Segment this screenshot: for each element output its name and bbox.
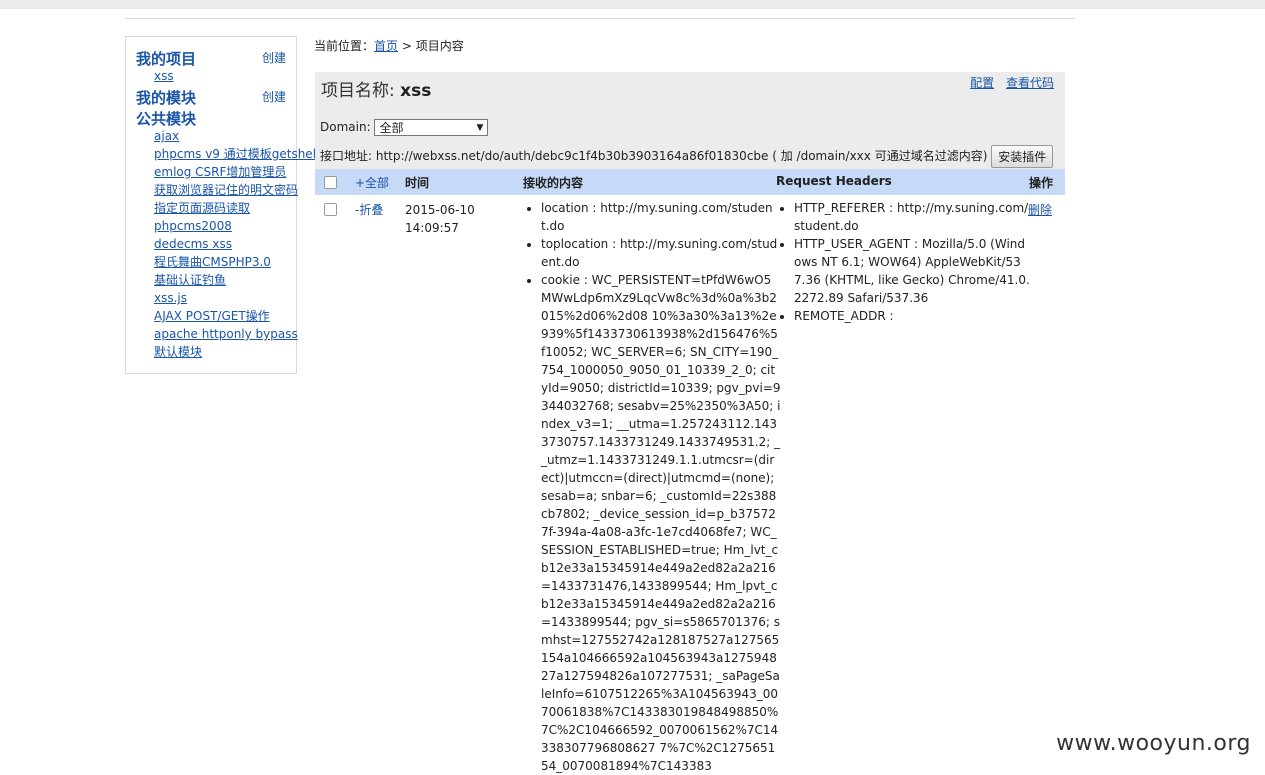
content-item: toplocation : http://my.suning.com/stude… [541,235,781,271]
create-module-link[interactable]: 创建 [262,88,286,105]
list-item: 指定页面源码读取 [154,199,319,217]
delete-link[interactable]: 删除 [1028,201,1052,218]
module-link[interactable]: apache httponly bypass [154,327,298,341]
select-all-checkbox[interactable] [324,176,337,189]
header-item: REMOTE_ADDR : [794,307,1030,325]
module-link[interactable]: dedecms xss [154,237,232,251]
header-item: HTTP_USER_AGENT : Mozilla/5.0 (Windows N… [794,235,1030,307]
module-link[interactable]: 获取浏览器记住的明文密码 [154,183,298,197]
domain-label: Domain: [320,120,371,134]
module-link[interactable]: phpcms v9 通过模板getshell [154,147,319,161]
breadcrumb-current: 项目内容 [415,39,464,53]
row-clock: 14:09:57 [405,221,459,235]
public-module-list: ajax phpcms v9 通过模板getshell emlog CSRF增加… [154,127,319,361]
module-link[interactable]: AJAX POST/GET操作 [154,309,270,323]
view-code-link[interactable]: 查看代码 [1006,76,1054,90]
chevron-down-icon: ▼ [476,123,484,133]
column-header-actions: 操作 [1029,176,1054,190]
module-link[interactable]: xss.js [154,291,187,305]
collapse-toggle[interactable]: -折叠 [355,201,383,218]
module-link[interactable]: phpcms2008 [154,219,232,233]
request-headers-list: HTTP_REFERER : http://my.suning.com/stud… [778,199,1030,325]
list-item: xss.js [154,289,319,307]
project-title-label: 项目名称: [321,81,401,101]
domain-filter: Domain: 全部 ▼ [320,119,489,136]
row-time: 2015-06-10 14:09:57 [405,201,485,237]
table-header: +全部 时间 接收的内容 Request Headers 操作 [315,169,1065,195]
row-date: 2015-06-10 [405,203,475,217]
api-address-row: 接口地址: http://webxss.net/do/auth/debc9c1f… [320,145,1054,168]
my-projects-heading[interactable]: 我的项目 [136,48,196,69]
sidebar: 我的项目 创建 xss 我的模块 创建 公共模块 ajax phpcms v9 … [125,36,319,374]
list-item: phpcms v9 通过模板getshell [154,145,319,163]
list-item: 程氏舞曲CMSPHP3.0 [154,253,319,271]
domain-select-value: 全部 [379,121,404,135]
browser-top-strip [0,0,1265,9]
received-content-list: location : http://my.suning.com/student.… [525,199,781,775]
header-item: HTTP_REFERER : http://my.suning.com/stud… [794,199,1030,235]
column-header-request-headers: Request Headers [776,174,892,188]
list-item: 默认模块 [154,343,319,361]
module-link[interactable]: ajax [154,129,179,143]
install-plugin-button[interactable]: 安装插件 [991,145,1054,168]
content-item: location : http://my.suning.com/student.… [541,199,781,235]
module-link[interactable]: 程氏舞曲CMSPHP3.0 [154,255,271,269]
header-divider [125,18,1075,19]
list-item: 获取浏览器记住的明文密码 [154,181,319,199]
list-item: emlog CSRF增加管理员 [154,163,319,181]
list-item: 基础认证钓鱼 [154,271,319,289]
create-project-link[interactable]: 创建 [262,49,286,66]
project-panel: 项目名称: xss 配置 查看代码 Domain: 全部 ▼ 接口地址: htt… [315,72,1065,169]
project-link-xss[interactable]: xss [154,69,174,83]
api-hint: ( 加 /domain/xxx 可通过域名过滤内容) [768,149,988,163]
module-link[interactable]: 默认模块 [154,345,202,359]
row-checkbox[interactable] [324,203,337,216]
my-modules-heading[interactable]: 我的模块 [136,87,196,108]
list-item: ajax [154,127,319,145]
api-label: 接口地址: [320,149,376,163]
api-url: http://webxss.net/do/auth/debc9c1f4b30b3… [375,149,769,163]
list-item: AJAX POST/GET操作 [154,307,319,325]
list-item: dedecms xss [154,235,319,253]
config-link[interactable]: 配置 [970,76,994,90]
content-item: cookie : WC_PERSISTENT=tPfdW6wO5MWwLdp6m… [541,271,781,775]
column-header-time: 时间 [405,176,430,190]
project-title-value: xss [400,81,432,101]
list-item: apache httponly bypass [154,325,319,343]
breadcrumb-home-link[interactable]: 首页 [374,39,398,53]
column-header-content: 接收的内容 [523,176,584,190]
watermark: www.wooyun.org [1052,729,1255,758]
project-title: 项目名称: xss [321,76,431,101]
expand-all-link[interactable]: +全部 [355,174,389,191]
breadcrumb-separator: > [398,39,416,53]
project-actions: 配置 查看代码 [962,74,1054,91]
breadcrumb-prefix: 当前位置： [314,39,375,53]
domain-select[interactable]: 全部 ▼ [374,119,489,136]
public-modules-heading: 公共模块 [136,110,197,128]
list-item: phpcms2008 [154,217,319,235]
breadcrumb: 当前位置：首页 > 项目内容 [314,37,464,54]
table-row: -折叠 2015-06-10 14:09:57 location : http:… [315,195,1065,774]
module-link[interactable]: 指定页面源码读取 [154,201,250,215]
module-link[interactable]: emlog CSRF增加管理员 [154,165,286,179]
module-link[interactable]: 基础认证钓鱼 [154,273,226,287]
